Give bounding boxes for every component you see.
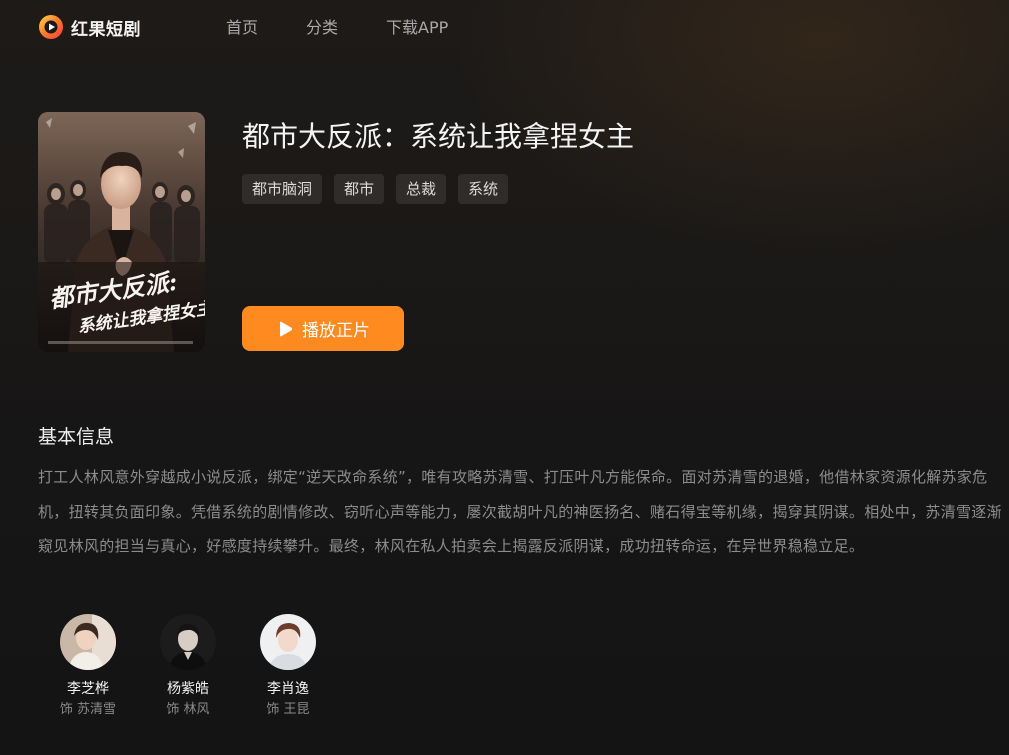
avatar (260, 614, 316, 670)
drama-poster[interactable]: 都市大反派: 系统让我拿捏女主 (38, 112, 205, 352)
drama-title: 都市大反派：系统让我拿捏女主 (242, 120, 635, 153)
tag-item[interactable]: 都市脑洞 (242, 174, 323, 204)
cast-role: 饰 苏清雪 (59, 702, 117, 717)
main-nav: 首页 分类 下载APP (226, 18, 496, 38)
drama-description: 打工人林风意外穿越成小说反派，绑定“逆天改命系统”，唯有攻略苏清雪、打压叶凡方能… (38, 468, 1002, 555)
tag-item[interactable]: 系统 (458, 174, 509, 204)
cast-member[interactable]: 李肖逸 饰 王昆 (238, 614, 338, 718)
top-header: 红果短剧 首页 分类 下载APP (0, 0, 1009, 58)
app-logo[interactable]: 红果短剧 (38, 14, 141, 40)
tag-item[interactable]: 总裁 (396, 174, 447, 204)
tag-item[interactable]: 都市 (334, 174, 385, 204)
play-icon (280, 321, 293, 336)
avatar (160, 614, 216, 670)
poster-art: 都市大反派: 系统让我拿捏女主 (38, 112, 205, 352)
cast-name: 李芝桦 (67, 681, 109, 697)
tag-list: 都市脑洞 都市 总裁 系统 (242, 174, 520, 204)
cast-role: 饰 王昆 (266, 702, 310, 717)
play-button[interactable]: 播放正片 (242, 306, 404, 351)
cast-member[interactable]: 李芝桦 饰 苏清雪 (38, 614, 138, 718)
nav-category[interactable]: 分类 (306, 18, 338, 38)
nav-home[interactable]: 首页 (226, 18, 258, 38)
cast-name: 李肖逸 (267, 681, 309, 697)
nav-download-app[interactable]: 下载APP (386, 18, 448, 38)
logo-icon (39, 15, 63, 39)
play-button-label: 播放正片 (302, 321, 370, 341)
cast-member[interactable]: 杨紫皓 饰 林风 (138, 614, 238, 718)
basic-info-heading: 基本信息 (38, 426, 115, 448)
logo-text: 红果短剧 (71, 19, 141, 40)
cast-list: 李芝桦 饰 苏清雪 杨紫皓 饰 林风 李肖逸 饰 王昆 (38, 614, 338, 718)
cast-role: 饰 林风 (166, 702, 210, 717)
cast-name: 杨紫皓 (167, 681, 209, 697)
avatar (60, 614, 116, 670)
